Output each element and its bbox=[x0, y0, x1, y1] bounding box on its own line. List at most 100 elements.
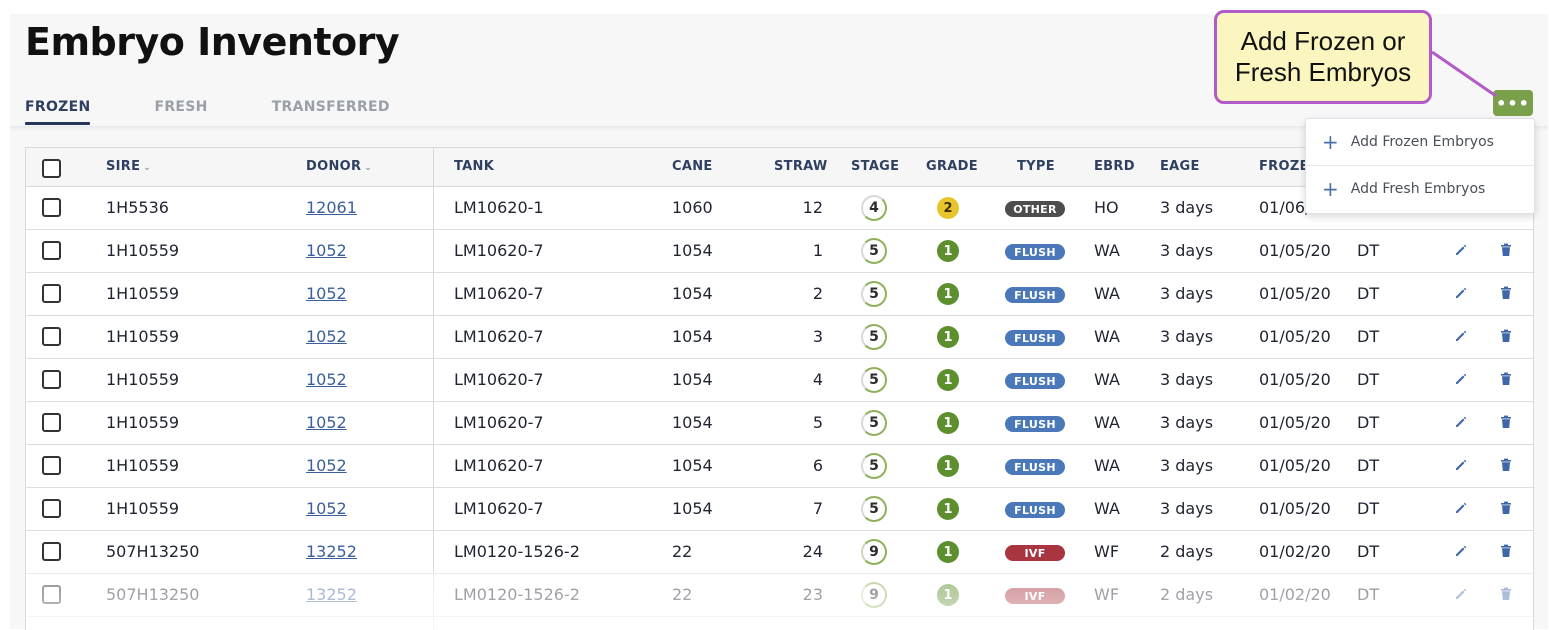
cell-sire: 1H10559 bbox=[106, 370, 180, 389]
cell-frozen-date: 01/05/20 bbox=[1259, 284, 1331, 303]
cell-frozen-date: 01/02/20 bbox=[1259, 585, 1331, 604]
table-row[interactable]: 1H10559 1052 LM10620-7 1054 5 5 1 FLUSH WA 3 days… bbox=[26, 401, 1533, 445]
table-row[interactable]: 1H10559 1052 LM10620-7 1054 6 5 1 FLUSH WA 3 days… bbox=[26, 444, 1533, 488]
tab-transferred[interactable]: TRANSFERRED bbox=[272, 99, 390, 125]
tab-fresh[interactable]: FRESH bbox=[154, 99, 207, 125]
donor-link[interactable]: 1052 bbox=[306, 499, 347, 518]
delete-trash-icon[interactable] bbox=[1498, 543, 1514, 559]
select-all-checkbox[interactable] bbox=[42, 159, 61, 178]
column-header-type: TYPE bbox=[1017, 159, 1055, 174]
cell-frozen-date: 01/06/ bbox=[1259, 198, 1311, 217]
row-checkbox[interactable] bbox=[42, 413, 61, 432]
edit-pencil-icon[interactable] bbox=[1453, 586, 1469, 602]
cell-tank: LM10620-7 bbox=[454, 413, 544, 432]
cell-tank: LM0120-1526-2 bbox=[454, 585, 580, 604]
cell-tech: DT bbox=[1357, 413, 1380, 432]
type-badge: FLUSH bbox=[1005, 373, 1065, 389]
menu-item-label: Add Fresh Embryos bbox=[1350, 181, 1486, 197]
donor-link[interactable]: 1052 bbox=[306, 327, 347, 346]
cell-ebrd: WF bbox=[1094, 585, 1120, 604]
delete-trash-icon[interactable] bbox=[1498, 457, 1514, 473]
table-row[interactable]: 1H10559 1052 LM10620-7 1054 7 5 1 FLUSH WA 3 days… bbox=[26, 487, 1533, 531]
cell-cane: 1054 bbox=[672, 284, 713, 303]
edit-pencil-icon[interactable] bbox=[1453, 285, 1469, 301]
donor-link[interactable]: 1052 bbox=[306, 456, 347, 475]
tab-frozen[interactable]: FROZEN bbox=[25, 99, 91, 125]
table-row[interactable]: 1H10559 1052 LM10620-7 1054 2 5 1 FLUSH WA 3 days… bbox=[26, 272, 1533, 316]
cell-tank: LM10620-7 bbox=[454, 284, 544, 303]
sort-chevron-icon: ⌄ bbox=[143, 163, 152, 173]
row-checkbox[interactable] bbox=[42, 585, 61, 604]
row-checkbox[interactable] bbox=[42, 284, 61, 303]
cell-tech: DT bbox=[1357, 241, 1380, 260]
table-row[interactable]: 1H10559 1052 LM10620-7 1054 3 5 1 FLUSH WA 3 days… bbox=[26, 315, 1533, 359]
cell-eage: 3 days bbox=[1160, 284, 1214, 303]
row-checkbox[interactable] bbox=[42, 456, 61, 475]
cell-sire: 1H10559 bbox=[106, 499, 180, 518]
cell-straw: 2 bbox=[812, 284, 823, 303]
delete-trash-icon[interactable] bbox=[1498, 371, 1514, 387]
menu-item-add-fresh[interactable]: + Add Fresh Embryos bbox=[1306, 166, 1534, 212]
stage-badge: 4 bbox=[861, 195, 887, 221]
edit-pencil-icon[interactable] bbox=[1453, 543, 1469, 559]
donor-link[interactable]: 1052 bbox=[306, 284, 347, 303]
cell-frozen-date: 01/02/20 bbox=[1259, 542, 1331, 561]
table-row[interactable]: 1H10559 1052 LM10620-7 1054 1 5 1 FLUSH WA 3 days… bbox=[26, 229, 1533, 273]
column-header-sire[interactable]: SIRE ⌄ bbox=[106, 159, 151, 174]
type-badge: IVF bbox=[1005, 545, 1065, 561]
donor-link[interactable]: 13252 bbox=[306, 585, 357, 604]
cell-sire: 1H5536 bbox=[106, 198, 169, 217]
cell-straw: 5 bbox=[812, 413, 823, 432]
delete-trash-icon[interactable] bbox=[1498, 500, 1514, 516]
column-header-cane: CANE bbox=[672, 159, 713, 174]
delete-trash-icon[interactable] bbox=[1498, 414, 1514, 430]
column-header-donor[interactable]: DONOR ⌄ bbox=[306, 159, 372, 174]
delete-trash-icon[interactable] bbox=[1498, 586, 1514, 602]
column-header-ebrd: EBRD bbox=[1094, 159, 1135, 174]
grade-badge: 1 bbox=[937, 283, 959, 305]
table-row[interactable]: 507H13250 13252 LM0120-1526-2 22 24 9 1 IVF WF 2 … bbox=[26, 530, 1533, 574]
type-badge: FLUSH bbox=[1005, 502, 1065, 518]
edit-pencil-icon[interactable] bbox=[1453, 414, 1469, 430]
edit-pencil-icon[interactable] bbox=[1453, 242, 1469, 258]
type-badge: FLUSH bbox=[1005, 459, 1065, 475]
delete-trash-icon[interactable] bbox=[1498, 328, 1514, 344]
add-embryos-menu: + Add Frozen Embryos + Add Fresh Embryos bbox=[1305, 118, 1535, 214]
callout-line-1: Add Frozen or bbox=[1240, 26, 1406, 56]
more-options-button[interactable]: ••• bbox=[1493, 90, 1533, 116]
edit-pencil-icon[interactable] bbox=[1453, 371, 1469, 387]
cell-tech: DT bbox=[1357, 585, 1380, 604]
cell-eage: 3 days bbox=[1160, 456, 1214, 475]
cell-ebrd: HO bbox=[1094, 198, 1119, 217]
donor-link[interactable]: 1052 bbox=[306, 241, 347, 260]
donor-link[interactable]: 13252 bbox=[306, 542, 357, 561]
delete-trash-icon[interactable] bbox=[1498, 285, 1514, 301]
delete-trash-icon[interactable] bbox=[1498, 242, 1514, 258]
menu-item-add-frozen[interactable]: + Add Frozen Embryos bbox=[1306, 119, 1534, 165]
cell-eage: 3 days bbox=[1160, 198, 1214, 217]
row-checkbox[interactable] bbox=[42, 499, 61, 518]
edit-pencil-icon[interactable] bbox=[1453, 500, 1469, 516]
row-checkbox[interactable] bbox=[42, 327, 61, 346]
cell-tech: DT bbox=[1357, 327, 1380, 346]
row-checkbox[interactable] bbox=[42, 241, 61, 260]
edit-pencil-icon[interactable] bbox=[1453, 328, 1469, 344]
row-checkbox[interactable] bbox=[42, 542, 61, 561]
donor-link[interactable]: 1052 bbox=[306, 413, 347, 432]
type-badge: OTHER bbox=[1005, 201, 1065, 217]
row-checkbox[interactable] bbox=[42, 198, 61, 217]
row-checkbox[interactable] bbox=[42, 370, 61, 389]
cell-straw: 7 bbox=[812, 499, 823, 518]
cell-ebrd: WA bbox=[1094, 370, 1120, 389]
table-row[interactable]: 507H13250 13252 LM0120-1526-2 22 23 9 1 IVF WF 2 … bbox=[26, 573, 1533, 617]
column-header-grade: GRADE bbox=[926, 159, 978, 174]
table-row[interactable]: 1H10559 1052 LM10620-7 1054 4 5 1 FLUSH WA 3 days… bbox=[26, 358, 1533, 402]
cell-tank: LM0120-1526-2 bbox=[454, 542, 580, 561]
donor-link[interactable]: 1052 bbox=[306, 370, 347, 389]
donor-link[interactable]: 12061 bbox=[306, 198, 357, 217]
edit-pencil-icon[interactable] bbox=[1453, 457, 1469, 473]
plus-icon: + bbox=[1322, 177, 1339, 201]
cell-straw: 1 bbox=[812, 241, 823, 260]
cell-straw: 6 bbox=[812, 456, 823, 475]
column-header-eage: EAGE bbox=[1160, 159, 1200, 174]
